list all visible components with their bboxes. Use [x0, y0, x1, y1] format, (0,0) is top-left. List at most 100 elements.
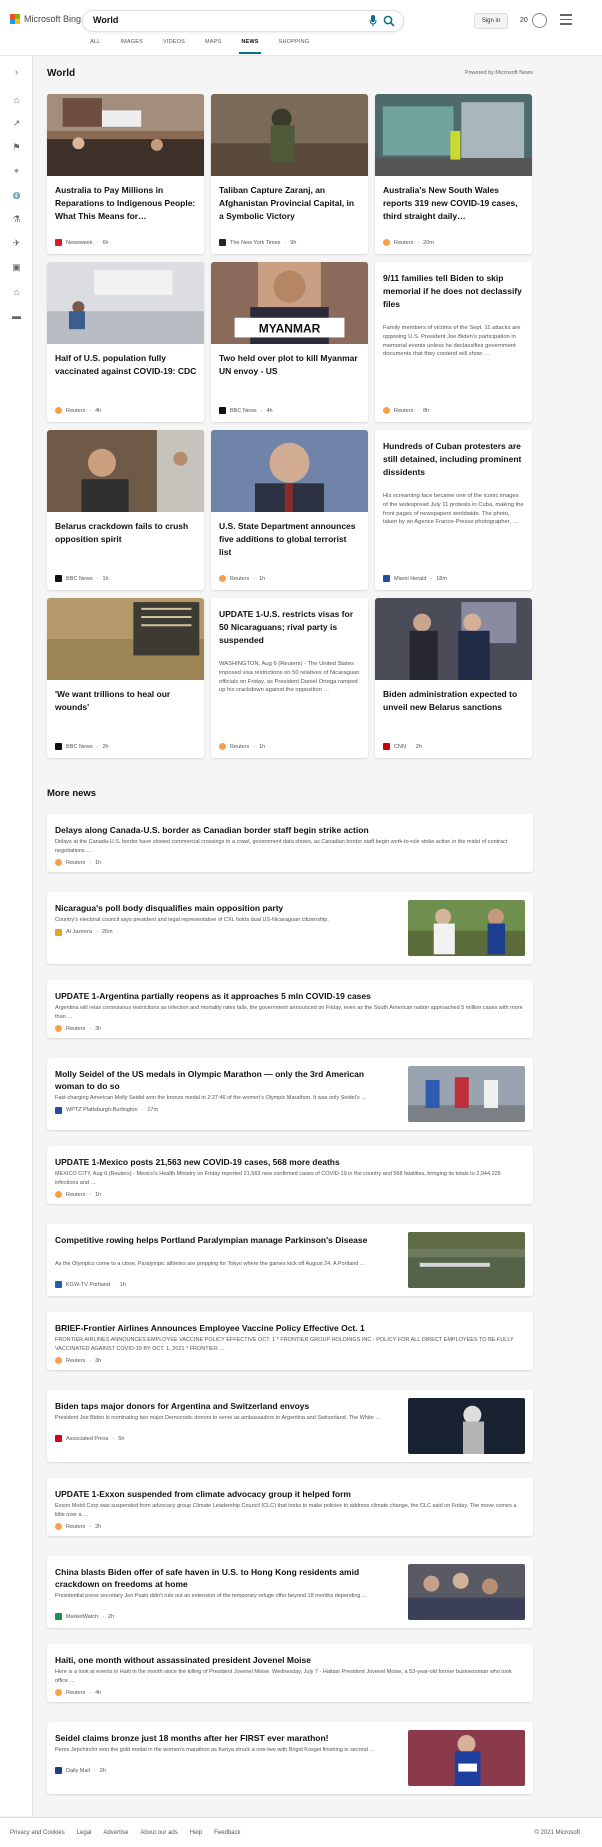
news-item-source[interactable]: WPTZ Plattsburgh-Burlington · 17m — [55, 1106, 158, 1114]
news-card[interactable]: Half of U.S. population fully vaccinated… — [47, 262, 204, 422]
news-list-item[interactable]: China blasts Biden offer of safe haven i… — [47, 1556, 533, 1628]
news-item-thumbnail[interactable] — [408, 1398, 525, 1454]
news-item-source[interactable]: KGW-TV Portland · 1h — [55, 1281, 126, 1288]
footer-link[interactable]: About our ads — [140, 1830, 177, 1836]
footer-link[interactable]: Help — [190, 1830, 202, 1836]
news-card-title[interactable]: Two held over plot to kill Myanmar UN en… — [219, 352, 361, 378]
news-card-source[interactable]: Reuters · 1h — [219, 743, 265, 750]
news-card-source[interactable]: Reuters · 4h — [55, 407, 101, 414]
tab-all[interactable]: ALL — [90, 39, 100, 54]
news-item-title[interactable]: Delays along Canada-U.S. border as Canad… — [55, 824, 525, 836]
footer-link[interactable]: Advertise — [103, 1830, 128, 1836]
news-card-title[interactable]: Half of U.S. population fully vaccinated… — [55, 352, 197, 378]
news-card[interactable]: Biden administration expected to unveil … — [375, 598, 532, 758]
news-item-title[interactable]: UPDATE 1-Exxon suspended from climate ad… — [55, 1488, 525, 1500]
tab-news[interactable]: NEWS — [239, 39, 262, 54]
news-item-source[interactable]: Reuters · 3h — [55, 1357, 101, 1364]
news-item-source[interactable]: Reuters · 2h — [55, 1523, 101, 1530]
source-name[interactable]: KGW-TV Portland — [66, 1282, 110, 1288]
news-card-source[interactable]: Reuters · 8h — [383, 407, 429, 414]
rewards-icon[interactable] — [532, 13, 547, 28]
news-card-source[interactable]: The New York Times · 9h — [219, 239, 296, 246]
tab-shopping[interactable]: SHOPPING — [279, 39, 310, 54]
news-card-image[interactable] — [211, 430, 368, 512]
news-item-title[interactable]: Molly Seidel of the US medals in Olympic… — [55, 1068, 395, 1092]
source-name[interactable]: Reuters — [66, 1192, 85, 1198]
news-item-thumbnail[interactable] — [408, 1232, 525, 1288]
source-name[interactable]: The New York Times — [230, 240, 280, 246]
news-card-image[interactable] — [211, 94, 368, 176]
news-item-source[interactable]: Reuters · 3h — [55, 1025, 101, 1032]
home-icon[interactable]: ⌂ — [11, 94, 22, 105]
news-list-item[interactable]: BRIEF-Frontier Airlines Announces Employ… — [47, 1312, 533, 1370]
news-item-source[interactable]: Reuters · 1h — [55, 1191, 101, 1198]
source-name[interactable]: Miami Herald — [394, 576, 426, 582]
news-item-thumbnail[interactable] — [408, 1066, 525, 1122]
news-card[interactable]: Australia to Pay Millions in Reparations… — [47, 94, 204, 254]
news-list-item[interactable]: Haiti, one month without assassinated pr… — [47, 1644, 533, 1702]
news-card-source[interactable]: BBC News · 1h — [55, 575, 109, 582]
news-item-title[interactable]: Competitive rowing helps Portland Paraly… — [55, 1234, 395, 1246]
tab-videos[interactable]: VIDEOS — [163, 39, 185, 54]
footer-link[interactable]: Legal — [77, 1830, 92, 1836]
news-card-image[interactable] — [47, 94, 204, 176]
news-card-source[interactable]: Newsweek · 6h — [55, 239, 109, 246]
news-list-item[interactable]: UPDATE 1-Exxon suspended from climate ad… — [47, 1478, 533, 1536]
footer-link[interactable]: Feedback — [214, 1830, 240, 1836]
news-item-title[interactable]: BRIEF-Frontier Airlines Announces Employ… — [55, 1322, 525, 1334]
news-card-image[interactable] — [47, 430, 204, 512]
source-name[interactable]: BBC News — [66, 744, 93, 750]
microphone-icon[interactable] — [369, 15, 377, 27]
news-item-title[interactable]: UPDATE 1-Argentina partially reopens as … — [55, 990, 525, 1002]
news-list-item[interactable]: Competitive rowing helps Portland Paraly… — [47, 1224, 533, 1296]
tab-maps[interactable]: MAPS — [205, 39, 221, 54]
science-icon[interactable]: ⚗ — [11, 214, 22, 225]
news-card-title[interactable]: UPDATE 1-U.S. restricts visas for 50 Nic… — [219, 608, 361, 647]
source-name[interactable]: Reuters — [230, 576, 249, 582]
location-pin-icon[interactable]: ⌖ — [11, 166, 22, 177]
news-item-title[interactable]: Biden taps major donors for Argentina an… — [55, 1400, 395, 1412]
news-card-title[interactable]: U.S. State Department announces five add… — [219, 520, 361, 559]
news-item-title[interactable]: Nicaragua's poll body disqualifies main … — [55, 902, 395, 914]
news-card[interactable]: U.S. State Department announces five add… — [211, 430, 368, 590]
trending-icon[interactable]: ↗ — [11, 118, 22, 129]
source-name[interactable]: Associated Press — [66, 1436, 109, 1442]
news-item-title[interactable]: Seidel claims bronze just 18 months afte… — [55, 1732, 395, 1744]
search-box[interactable] — [82, 10, 404, 32]
bing-logo[interactable]: Microsoft Bing — [10, 14, 81, 24]
search-icon[interactable] — [383, 15, 395, 27]
news-item-source[interactable]: Reuters · 4h — [55, 1689, 101, 1696]
news-item-title[interactable]: UPDATE 1-Mexico posts 21,563 new COVID-1… — [55, 1156, 525, 1168]
news-card-image[interactable]: MYANMAR — [211, 262, 368, 344]
news-card-title[interactable]: Hundreds of Cuban protesters are still d… — [383, 440, 525, 479]
news-card-source[interactable]: Reuters · 1h — [219, 575, 265, 582]
news-card-title[interactable]: Australia's New South Wales reports 319 … — [383, 184, 525, 223]
news-card-source[interactable]: BBC News · 2h — [55, 743, 109, 750]
news-list-item[interactable]: Delays along Canada-U.S. border as Canad… — [47, 814, 533, 872]
news-card-source[interactable]: Reuters · 20m — [383, 239, 434, 246]
news-card-image[interactable] — [47, 598, 204, 680]
flag-icon[interactable]: ⚑ — [11, 142, 22, 153]
news-card-source[interactable]: Miami Herald · 18m — [383, 575, 447, 582]
news-item-source[interactable]: Al Jazeera · 26m — [55, 928, 113, 936]
source-name[interactable]: BBC News — [66, 576, 93, 582]
news-card-source[interactable]: BBC News · 4h — [219, 407, 273, 414]
source-name[interactable]: Reuters — [66, 1358, 85, 1364]
news-item-thumbnail[interactable] — [408, 1564, 525, 1620]
news-card-image[interactable] — [47, 262, 204, 344]
source-name[interactable]: Reuters — [230, 744, 249, 750]
news-item-thumbnail[interactable] — [408, 900, 525, 956]
news-list-item[interactable]: Seidel claims bronze just 18 months afte… — [47, 1722, 533, 1794]
rocket-icon[interactable]: ✈ — [11, 238, 22, 249]
rewards-points[interactable]: 20 — [520, 17, 528, 24]
news-card[interactable]: MYANMAR Two held over plot to kill Myanma… — [211, 262, 368, 422]
menu-icon[interactable] — [560, 14, 572, 25]
news-card-title[interactable]: 9/11 families tell Biden to skip memoria… — [383, 272, 525, 311]
news-card[interactable]: UPDATE 1-U.S. restricts visas for 50 Nic… — [211, 598, 368, 758]
source-name[interactable]: Reuters — [66, 1026, 85, 1032]
source-name[interactable]: WPTZ Plattsburgh-Burlington — [66, 1107, 138, 1113]
news-list-item[interactable]: UPDATE 1-Mexico posts 21,563 new COVID-1… — [47, 1146, 533, 1204]
news-item-source[interactable]: Associated Press · 5h — [55, 1435, 124, 1442]
globe-icon[interactable]: ◍ — [11, 190, 22, 201]
source-name[interactable]: Reuters — [394, 240, 413, 246]
